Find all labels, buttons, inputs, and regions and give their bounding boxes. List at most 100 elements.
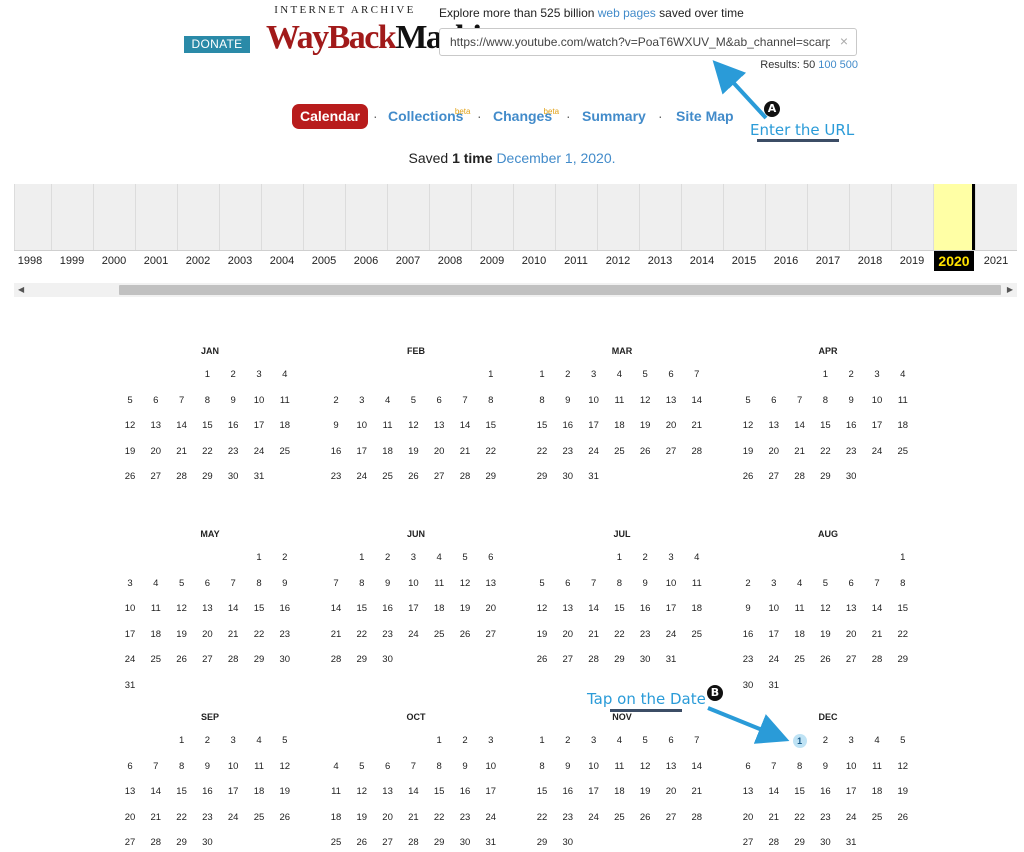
timeline-year-1998[interactable]: 1998 — [10, 255, 50, 267]
timeline-year-2015[interactable]: 2015 — [724, 255, 764, 267]
calendar-day: 17 — [871, 420, 883, 432]
calendar-day: 15 — [536, 420, 548, 432]
calendar-day: 8 — [204, 394, 211, 406]
calendar-day: 11 — [794, 603, 805, 615]
timeline-year-2013[interactable]: 2013 — [640, 255, 680, 267]
timeline-bar-2008[interactable] — [429, 184, 471, 250]
captured-day[interactable]: 1 — [792, 734, 807, 748]
timeline-year-2016[interactable]: 2016 — [766, 255, 806, 267]
results-100-link[interactable]: 100 — [818, 59, 836, 71]
timeline-year-2004[interactable]: 2004 — [262, 255, 302, 267]
timeline-year-1999[interactable]: 1999 — [52, 255, 92, 267]
timeline-year-2002[interactable]: 2002 — [178, 255, 218, 267]
timeline-bar-2011[interactable] — [555, 184, 597, 250]
saved-date-link[interactable]: December 1, 2020. — [496, 150, 615, 166]
timeline-year-2020[interactable]: 2020 — [934, 251, 974, 271]
calendar-day: 8 — [796, 760, 803, 772]
results-500-link[interactable]: 500 — [840, 59, 858, 71]
calendar-day: 7 — [178, 394, 185, 406]
calendar-day: 16 — [845, 420, 857, 432]
calendar-day: 12 — [176, 603, 187, 615]
timeline-year-2018[interactable]: 2018 — [850, 255, 890, 267]
timeline-year-2014[interactable]: 2014 — [682, 255, 722, 267]
timeline-year-2010[interactable]: 2010 — [514, 255, 554, 267]
timeline-bar-2001[interactable] — [135, 184, 177, 250]
calendar-day: 20 — [768, 445, 780, 457]
wayback-machine-logo[interactable]: INTERNET ARCHIVE WayBackMachine — [266, 4, 513, 64]
tab-calendar[interactable]: Calendar — [292, 104, 368, 129]
timeline-bar-2009[interactable] — [471, 184, 513, 250]
calendar-day: 8 — [488, 394, 494, 406]
timeline-year-2000[interactable]: 2000 — [94, 255, 134, 267]
donate-button[interactable]: DONATE — [184, 36, 250, 53]
timeline-year-2019[interactable]: 2019 — [892, 255, 932, 267]
timeline-bar-2020[interactable] — [933, 184, 975, 250]
timeline-bar-2010[interactable] — [513, 184, 555, 250]
calendar-day: 17 — [408, 603, 419, 615]
nav-separator: · — [373, 108, 378, 124]
url-search-box[interactable]: × — [439, 28, 857, 56]
timeline-bar-1999[interactable] — [51, 184, 93, 250]
tab-changes[interactable]: Changes beta — [493, 104, 559, 129]
timeline-bar-2007[interactable] — [387, 184, 429, 250]
calendar-day: 11 — [254, 760, 264, 772]
timeline-bar-2015[interactable] — [723, 184, 765, 250]
timeline-bar-2002[interactable] — [177, 184, 219, 250]
timeline-bar-2014[interactable] — [681, 184, 723, 250]
timeline-bar-2016[interactable] — [765, 184, 807, 250]
calendar-day: 25 — [279, 445, 291, 457]
calendar-day: 16 — [330, 445, 342, 457]
calendar-day: 15 — [433, 786, 445, 798]
scrollbar-thumb[interactable] — [119, 285, 1001, 295]
calendar-day: 24 — [665, 628, 677, 640]
month-name: JUL — [613, 529, 631, 539]
timeline-bar-2005[interactable] — [303, 184, 345, 250]
timeline-bar-2019[interactable] — [891, 184, 933, 250]
timeline-bar-2003[interactable] — [219, 184, 261, 250]
annotation-label-a: Enter the URL — [750, 121, 855, 139]
year-timeline[interactable] — [14, 184, 1017, 250]
calendar-day: 16 — [382, 603, 393, 615]
calendar-day: 11 — [872, 760, 882, 772]
calendar-day: 7 — [796, 394, 803, 406]
calendar-day: 27 — [485, 628, 497, 640]
tab-site-map[interactable]: Site Map — [676, 104, 734, 129]
timeline-bar-2018[interactable] — [849, 184, 891, 250]
url-input[interactable] — [450, 34, 830, 50]
tab-collections[interactable]: Collections beta — [388, 104, 470, 129]
scroll-right-icon[interactable]: ▶ — [1007, 285, 1013, 294]
timeline-scrollbar[interactable]: ◀ ▶ — [14, 283, 1017, 297]
timeline-bar-2000[interactable] — [93, 184, 135, 250]
timeline-year-2007[interactable]: 2007 — [388, 255, 428, 267]
calendar-day: 19 — [897, 786, 909, 798]
clear-icon[interactable]: × — [840, 33, 848, 49]
calendar-day: 22 — [253, 628, 265, 640]
timeline-year-2012[interactable]: 2012 — [598, 255, 638, 267]
timeline-year-2006[interactable]: 2006 — [346, 255, 386, 267]
month-name: OCT — [406, 712, 426, 722]
calendar-day: 24 — [871, 445, 883, 457]
timeline-year-2005[interactable]: 2005 — [304, 255, 344, 267]
calendar-day: 5 — [539, 577, 545, 589]
calendar-day: 25 — [614, 811, 625, 823]
timeline-year-2009[interactable]: 2009 — [472, 255, 512, 267]
timeline-bar-2004[interactable] — [261, 184, 303, 250]
timeline-bar-2013[interactable] — [639, 184, 681, 250]
web-pages-link[interactable]: web pages — [598, 6, 656, 20]
timeline-year-2017[interactable]: 2017 — [808, 255, 848, 267]
calendar-day: 2 — [642, 552, 648, 563]
calendar-day: 16 — [459, 786, 471, 798]
scroll-left-icon[interactable]: ◀ — [18, 285, 24, 294]
timeline-bar-2012[interactable] — [597, 184, 639, 250]
timeline-year-2001[interactable]: 2001 — [136, 255, 176, 267]
timeline-year-2003[interactable]: 2003 — [220, 255, 260, 267]
timeline-bar-2017[interactable] — [807, 184, 849, 250]
timeline-year-2008[interactable]: 2008 — [430, 255, 470, 267]
timeline-year-2011[interactable]: 2011 — [556, 255, 596, 267]
timeline-year-2021[interactable]: 2021 — [976, 255, 1016, 267]
timeline-bar-2021[interactable] — [975, 184, 1017, 250]
timeline-bar-2006[interactable] — [345, 184, 387, 250]
tab-summary[interactable]: Summary — [582, 104, 646, 129]
calendar-day: 24 — [485, 811, 497, 823]
timeline-bar-1998[interactable] — [14, 184, 56, 250]
